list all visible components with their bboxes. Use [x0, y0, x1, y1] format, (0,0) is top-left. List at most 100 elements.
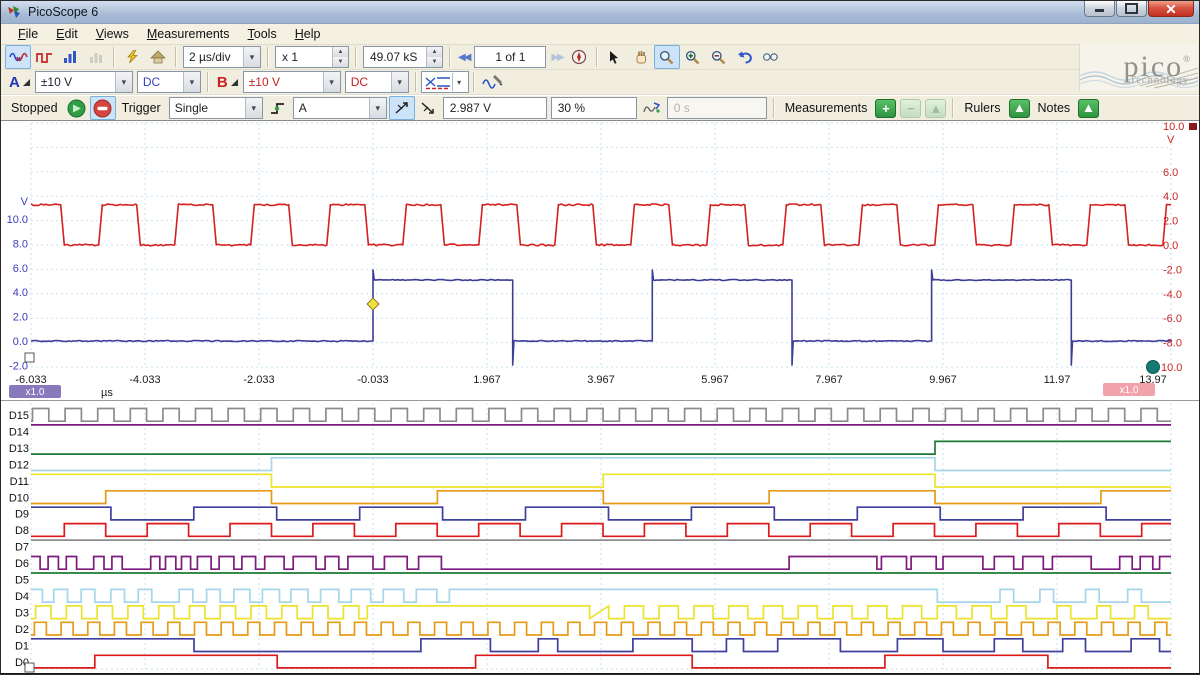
digital-trace-D0 [31, 655, 1171, 668]
trigger-mode-select[interactable]: Single ▾ [169, 97, 263, 119]
svg-text:x1.0: x1.0 [1120, 385, 1139, 396]
svg-text:10.0: 10.0 [1161, 362, 1182, 374]
pre-trigger-input[interactable]: 30 % [551, 97, 637, 119]
edit-measurement-button[interactable]: ▲ [925, 99, 946, 118]
svg-text:2.0: 2.0 [13, 312, 28, 324]
channel-b-range-select[interactable]: ±10 V ▾ [243, 71, 341, 93]
zoom-multiplier-spinner[interactable]: x 1 ▲▼ [275, 46, 349, 68]
menu-tools[interactable]: Tools [239, 25, 286, 43]
buffer-navigator-button[interactable] [566, 45, 592, 69]
persistence-view-button[interactable] [57, 45, 83, 69]
buffer-position[interactable]: 1 of 1 [474, 46, 546, 68]
panel-arrow-icon [1014, 103, 1025, 113]
channel-a-options-icon[interactable] [22, 78, 31, 87]
waveform-arrow-icon [642, 101, 662, 116]
digital-trace-D11 [31, 474, 1171, 487]
zoom-box-tool[interactable] [654, 45, 680, 69]
home-icon [150, 50, 166, 64]
timebase-select[interactable]: 2 µs/div ▾ [183, 46, 261, 68]
channel-a-coupling-select[interactable]: DC ▾ [137, 71, 201, 93]
svg-text:6.0: 6.0 [13, 263, 28, 275]
signal-generator-button[interactable] [479, 70, 505, 94]
close-button[interactable] [1148, 1, 1194, 17]
window-title: PicoScope 6 [28, 5, 98, 19]
svg-text:3.967: 3.967 [587, 374, 615, 386]
menu-file[interactable]: File [9, 25, 47, 43]
analog-scope-view[interactable]: V10.08.06.04.02.00.0-2.0V10.06.04.02.00.… [1, 121, 1199, 400]
notes-button[interactable] [1078, 99, 1099, 118]
falling-edge-button[interactable] [415, 96, 441, 120]
rulers-label: Rulers [964, 101, 1000, 115]
svg-text:11.97: 11.97 [1044, 374, 1071, 386]
channel-b-coupling-select[interactable]: DC ▾ [345, 71, 409, 93]
digital-channel-label: D12 [9, 459, 29, 471]
add-measurement-button[interactable]: + [875, 99, 896, 118]
rulers-button[interactable] [1009, 99, 1030, 118]
scope-view-icon [9, 50, 28, 64]
digital-trace-D3 [31, 606, 1171, 619]
spin-up-icon[interactable]: ▲ [333, 47, 348, 57]
start-capture-button[interactable] [64, 96, 90, 120]
svg-text:V: V [21, 196, 29, 208]
rising-edge-cross-icon [394, 101, 410, 115]
minimize-button[interactable] [1084, 1, 1115, 17]
minimize-icon [1095, 9, 1104, 12]
hand-pan-tool[interactable] [628, 45, 654, 69]
pico-logo: pico® Technology [1079, 44, 1198, 91]
undo-arrow-icon [737, 50, 753, 65]
trigger-source-select[interactable]: A ▾ [293, 97, 387, 119]
svg-text:7.967: 7.967 [815, 374, 843, 386]
trigger-delay-input[interactable]: 0 s [667, 97, 767, 119]
svg-text:V: V [1167, 134, 1175, 146]
rising-edge-icon [269, 101, 286, 116]
sample-count-spinner[interactable]: 49.07 kS ▲▼ [363, 46, 443, 68]
channel-indicator [1189, 123, 1197, 130]
menu-views[interactable]: Views [87, 25, 138, 43]
auto-setup-button[interactable] [119, 45, 145, 69]
undo-zoom-button[interactable] [732, 45, 758, 69]
digital-channel-label: D6 [15, 558, 29, 570]
trigger-level-input[interactable]: 2.987 V [443, 97, 547, 119]
restore-button[interactable] [1116, 1, 1147, 17]
panel-arrow-icon [1083, 103, 1094, 113]
advanced-trigger-button[interactable] [639, 96, 665, 120]
zoom-out-tool[interactable] [706, 45, 732, 69]
previous-buffer-button[interactable]: ◀◀ [458, 52, 469, 63]
spin-down-icon[interactable]: ▼ [427, 57, 442, 67]
channel-a-range-select[interactable]: ±10 V ▾ [35, 71, 133, 93]
chevron-down-icon: ▾ [369, 98, 386, 118]
remove-measurement-button[interactable]: − [900, 99, 921, 118]
separator [415, 72, 417, 92]
spin-down-icon[interactable]: ▼ [333, 57, 348, 67]
svg-text:0.0: 0.0 [1163, 240, 1178, 252]
normal-selection-tool[interactable] [602, 45, 628, 69]
titlebar[interactable]: PicoScope 6 [1, 1, 1199, 24]
zoom-multiplier-value: x 1 [276, 50, 332, 64]
trigger-edge-setup-button[interactable] [265, 96, 291, 120]
spin-up-icon[interactable]: ▲ [427, 47, 442, 57]
spectrum-view-button[interactable] [31, 45, 57, 69]
falling-edge-cross-icon [420, 101, 436, 115]
spinner-arrows: ▲▼ [426, 47, 442, 67]
window-controls [1083, 1, 1194, 17]
digital-channels-button[interactable]: ▾ [421, 71, 469, 93]
chevron-down-icon: ▾ [115, 72, 132, 92]
next-buffer-button[interactable]: ▶▶ [551, 52, 562, 63]
sample-count-value: 49.07 kS [364, 50, 426, 64]
zoom-full-button[interactable] [758, 45, 784, 69]
svg-text:4.0: 4.0 [1163, 191, 1178, 203]
xy-view-button[interactable] [83, 45, 109, 69]
stop-capture-button[interactable] [90, 96, 116, 120]
spinner-arrows: ▲▼ [332, 47, 348, 67]
menu-edit[interactable]: Edit [47, 25, 87, 43]
zoom-in-tool[interactable] [680, 45, 706, 69]
channel-b-options-icon[interactable] [230, 78, 239, 87]
menu-help[interactable]: Help [286, 25, 330, 43]
scope-view-button[interactable] [5, 45, 31, 69]
home-settings-button[interactable] [145, 45, 171, 69]
menu-measurements[interactable]: Measurements [138, 25, 239, 43]
digital-channel-label: D2 [15, 624, 29, 636]
digital-channels-view[interactable]: D15D14D13D12D11D10D9D8D7D6D5D4D3D2D1D0 [1, 400, 1199, 673]
rising-edge-button[interactable] [389, 96, 415, 120]
picoscope-window: PicoScope 6 File Edit Views Measurements… [0, 0, 1200, 675]
